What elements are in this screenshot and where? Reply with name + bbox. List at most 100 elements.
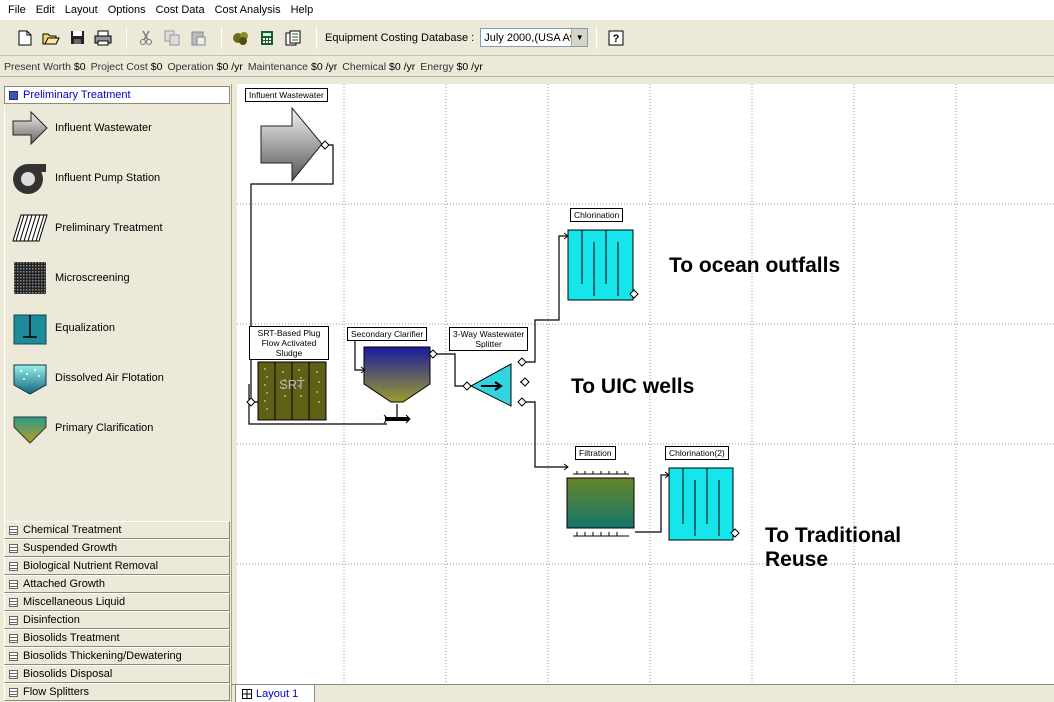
cut-icon[interactable] [135,27,157,49]
svg-text:?: ? [613,33,620,45]
arrow-icon [11,109,49,147]
influent-wastewater-label: Influent Wastewater [245,88,328,102]
category-label: Attached Growth [23,578,105,590]
chlorination-label: Chlorination [570,208,624,222]
chlorination2-unit [663,467,740,541]
category-biosolids-thickening-dewatering[interactable]: Biosolids Thickening/Dewatering [4,647,230,665]
microscreen-icon [11,259,49,297]
srt-label-line3: Sludge [275,348,303,358]
category-label: Miscellaneous Liquid [23,596,126,608]
category-icon [9,561,18,571]
category-icon [9,615,18,625]
splitter-label-line2: Splitter [475,339,502,349]
splitter-label: 3-Way Wastewater Splitter [449,327,529,351]
process-preliminary-treatment[interactable]: Preliminary Treatment [11,208,221,248]
menu-file[interactable]: File [3,4,31,16]
category-label: Disinfection [23,614,80,626]
annotation-reuse-line2: Reuse [765,548,829,571]
category-icon [9,633,18,643]
srt-label: SRT-Based Plug Flow Activated Sludge [249,326,329,360]
report-icon[interactable] [282,27,304,49]
category-label: Biological Nutrient Removal [23,560,159,572]
annotation-reuse-line1: To Traditional [765,524,902,547]
layout-tab-bar: Layout 1 [232,684,1054,702]
print-icon[interactable] [92,27,114,49]
category-label: Preliminary Treatment [23,89,131,101]
calculator-icon[interactable] [256,27,278,49]
new-icon[interactable] [14,27,36,49]
app-window: File Edit Layout Options Cost Data Cost … [0,0,1054,702]
process-influent-pump-station[interactable]: Influent Pump Station [11,158,221,198]
design-icon[interactable] [230,27,252,49]
operation-value: $0 /yr [216,60,243,73]
maintenance-label: Maintenance [247,60,308,73]
project-cost-label: Project Cost [90,60,148,73]
category-label: Flow Splitters [23,686,90,698]
process-primary-clarification[interactable]: Primary Clarification [11,408,221,448]
category-disinfection[interactable]: Disinfection [4,611,230,629]
help-icon[interactable]: ? [605,27,627,49]
bar-screen-icon [11,209,49,247]
clarifier-icon [11,409,49,447]
category-attached-growth[interactable]: Attached Growth [4,575,230,593]
open-icon[interactable] [40,27,62,49]
operation-label: Operation [167,60,214,73]
process-influent-wastewater[interactable]: Influent Wastewater [11,108,221,148]
category-icon [9,90,18,100]
category-label: Suspended Growth [23,542,118,554]
chemical-value: $0 /yr [389,60,416,73]
menu-edit[interactable]: Edit [31,4,60,16]
category-label: Chemical Treatment [23,524,122,536]
tab-label: Layout 1 [256,687,299,700]
menu-options[interactable]: Options [103,4,151,16]
category-biosolids-disposal[interactable]: Biosolids Disposal [4,665,230,683]
equalization-icon [11,309,49,347]
process-palette: Preliminary Treatment Influent Wastewate… [0,84,232,702]
srt-activated-sludge-unit: SRT [246,361,327,421]
process-label: Microscreening [55,272,130,284]
menu-cost-analysis[interactable]: Cost Analysis [210,4,286,16]
splitter-label-line1: 3-Way Wastewater [453,329,525,339]
chevron-down-icon[interactable]: ▼ [571,29,588,46]
secondary-clarifier-label: Secondary Clarifier [347,327,428,341]
toolbar: Equipment Costing Database : July 2000,(… [0,20,1054,56]
process-label: Equalization [55,322,115,334]
menu-layout[interactable]: Layout [60,4,103,16]
process-dissolved-air-flotation[interactable]: Dissolved Air Flotation [11,358,221,398]
category-icon [9,597,18,607]
wastewater-splitter-unit [462,357,530,407]
category-suspended-growth[interactable]: Suspended Growth [4,539,230,557]
energy-label: Energy [420,60,454,73]
daf-icon [11,359,49,397]
category-icon [9,543,18,553]
tab-layout-1[interactable]: Layout 1 [235,685,315,702]
category-icon [9,669,18,679]
process-microscreening[interactable]: Microscreening [11,258,221,298]
process-label: Influent Pump Station [55,172,161,184]
filtration-unit [562,463,635,537]
present-worth-label: Present Worth [4,60,71,73]
database-select[interactable]: July 2000,(USA Avg) ▼ [480,28,589,47]
annotation-ocean-outfalls: To ocean outfalls [669,254,841,277]
menu-help[interactable]: Help [286,4,319,16]
process-label: Primary Clarification [55,422,154,434]
menu-cost-data[interactable]: Cost Data [151,4,210,16]
category-flow-splitters[interactable]: Flow Splitters [4,683,230,701]
category-label: Biosolids Treatment [23,632,120,644]
copy-icon[interactable] [161,27,183,49]
paste-icon[interactable] [187,27,209,49]
chlorination2-label: Chlorination(2) [665,446,729,460]
process-equalization[interactable]: Equalization [11,308,221,348]
chemical-label: Chemical [342,60,387,73]
layout-canvas[interactable]: SRT Influent Wastewater SRT-Based Plug F… [237,84,1054,684]
category-biological-nutrient-removal[interactable]: Biological Nutrient Removal [4,557,230,575]
category-chemical-treatment[interactable]: Chemical Treatment [4,521,230,539]
category-preliminary-treatment[interactable]: Preliminary Treatment [4,86,230,104]
pump-icon [11,159,49,197]
category-biosolids-treatment[interactable]: Biosolids Treatment [4,629,230,647]
category-label: Biosolids Thickening/Dewatering [23,650,182,662]
category-miscellaneous-liquid[interactable]: Miscellaneous Liquid [4,593,230,611]
grid-icon [242,688,252,699]
annotation-uic-wells: To UIC wells [571,375,695,398]
save-icon[interactable] [66,27,88,49]
